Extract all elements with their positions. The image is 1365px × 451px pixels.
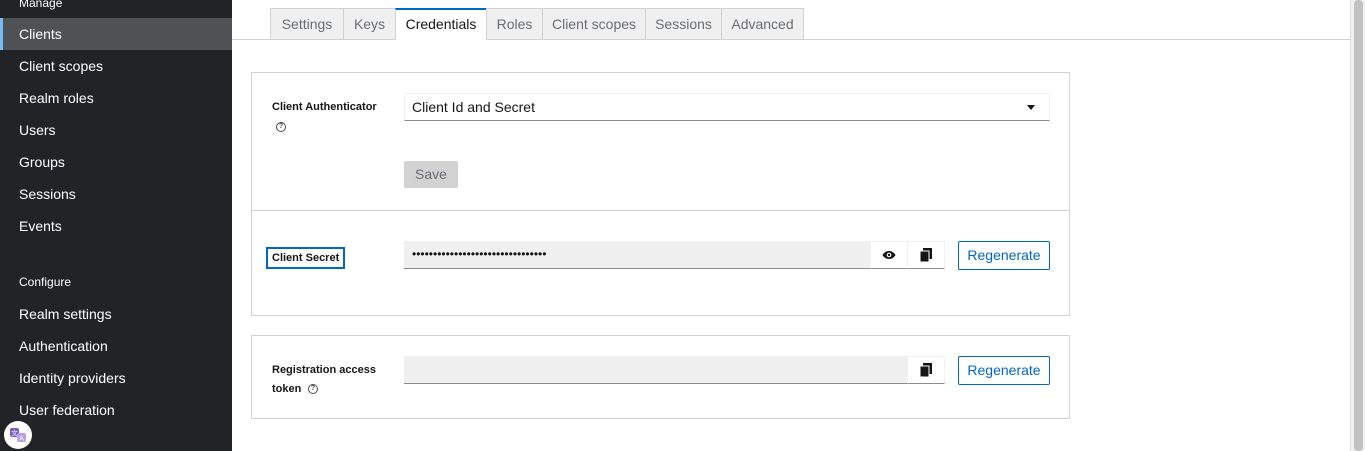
client-secret-label: Client Secret (266, 247, 346, 269)
sidebar-item-clients[interactable]: Clients (0, 18, 232, 50)
save-button[interactable]: Save (404, 161, 458, 188)
client-authenticator-select[interactable]: Client Id and Secret (404, 93, 1050, 121)
sidebar-item-groups[interactable]: Groups (0, 146, 232, 178)
sidebar-item-authentication[interactable]: Authentication (0, 330, 232, 362)
card-divider (252, 210, 1069, 211)
help-icon[interactable]: ? (308, 384, 318, 394)
scrollbar-thumb[interactable] (1354, 0, 1363, 451)
caret-down-icon (1027, 105, 1035, 110)
tab-settings[interactable]: Settings (270, 8, 344, 40)
svg-text:文: 文 (11, 429, 18, 438)
credentials-card: Client Authenticator ? Client Id and Sec… (251, 72, 1070, 316)
sidebar-item-users[interactable]: Users (0, 114, 232, 146)
sidebar-item-identity-providers[interactable]: Identity providers (0, 362, 232, 394)
manage-heading: Manage (19, 0, 63, 10)
tab-credentials[interactable]: Credentials (395, 8, 487, 40)
show-secret-button[interactable] (870, 241, 908, 269)
translate-button[interactable]: 文 A (4, 421, 32, 449)
sidebar-item-realm-settings[interactable]: Realm settings (0, 298, 232, 330)
sidebar-item-realm-roles[interactable]: Realm roles (0, 82, 232, 114)
sidebar-item-client-scopes[interactable]: Client scopes (0, 50, 232, 82)
main-content: Settings Keys Credentials Roles Client s… (232, 0, 1350, 451)
tab-roles[interactable]: Roles (486, 8, 543, 40)
help-icon[interactable]: ? (276, 122, 286, 132)
sidebar: Manage Clients Client scopes Realm roles… (0, 0, 232, 451)
registration-token-input[interactable] (404, 356, 908, 384)
registration-token-card: Registration access token ? Regenerate (251, 335, 1070, 419)
registration-token-label-line1: Registration access (272, 364, 376, 376)
sidebar-item-user-federation[interactable]: User federation (0, 394, 232, 426)
tab-sessions[interactable]: Sessions (645, 8, 722, 40)
tab-advanced[interactable]: Advanced (721, 8, 804, 40)
configure-heading: Configure (19, 275, 72, 289)
tab-keys[interactable]: Keys (343, 8, 396, 40)
client-authenticator-label: Client Authenticator (272, 101, 377, 113)
registration-token-label-line2: token (272, 383, 302, 395)
copy-token-button[interactable] (907, 356, 945, 384)
copy-icon (920, 363, 932, 377)
tab-client-scopes[interactable]: Client scopes (542, 8, 646, 40)
copy-icon (920, 248, 932, 262)
client-authenticator-value: Client Id and Secret (412, 99, 535, 115)
copy-secret-button[interactable] (907, 241, 945, 269)
regenerate-token-button[interactable]: Regenerate (958, 356, 1050, 385)
sidebar-item-sessions[interactable]: Sessions (0, 178, 232, 210)
vertical-scrollbar[interactable] (1350, 0, 1365, 451)
svg-text:A: A (19, 435, 24, 443)
sidebar-item-events[interactable]: Events (0, 210, 232, 242)
client-secret-input[interactable]: •••••••••••••••••••••••••••••••• (404, 241, 870, 269)
translate-icon: 文 A (10, 428, 26, 443)
eye-icon (882, 251, 896, 259)
regenerate-secret-button[interactable]: Regenerate (958, 241, 1050, 270)
